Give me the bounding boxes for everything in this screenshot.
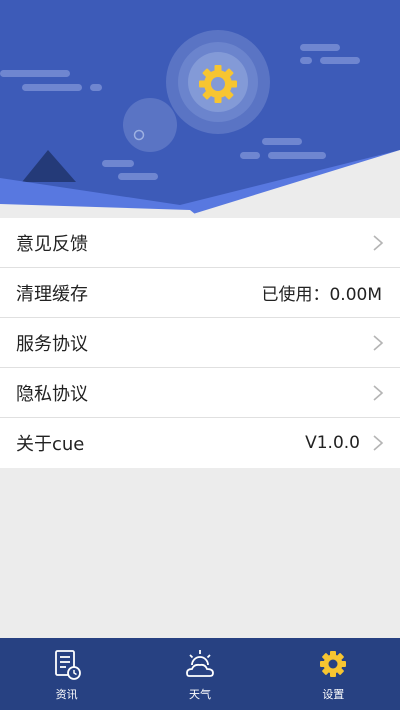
settings-banner-image [0, 0, 400, 218]
version-value: V1.0.0 [305, 433, 360, 453]
cache-usage-value: 已使用：0.00M [261, 285, 382, 305]
tab-settings-label: 设置 [322, 688, 345, 701]
chevron-right-icon [373, 234, 384, 251]
service-agreement-label: 服务协议 [16, 333, 88, 355]
bottom-tab-bar: 资讯 天气 设置 [0, 638, 400, 710]
privacy-policy-row[interactable]: 隐私协议 [0, 368, 400, 418]
tab-news-label: 资讯 [55, 688, 78, 701]
about-row[interactable]: 关于cue V1.0.0 [0, 418, 400, 468]
tab-settings[interactable]: 设置 [267, 638, 400, 710]
news-icon [54, 650, 81, 680]
tab-weather-label: 天气 [188, 688, 211, 701]
gear-icon [320, 651, 347, 677]
clear-cache-label: 清理缓存 [16, 283, 88, 305]
feedback-row[interactable]: 意见反馈 [0, 218, 400, 268]
chevron-right-icon [373, 334, 384, 351]
about-label: 关于cue [16, 434, 85, 455]
clear-cache-row[interactable]: 清理缓存 已使用：0.00M [0, 268, 400, 318]
chevron-right-icon [373, 384, 384, 401]
chevron-right-icon [373, 435, 384, 451]
weather-icon [186, 650, 214, 677]
service-agreement-row[interactable]: 服务协议 [0, 318, 400, 368]
header-illustration [0, 0, 400, 218]
tab-news[interactable]: 资讯 [0, 638, 133, 710]
tab-weather[interactable]: 天气 [133, 638, 266, 710]
settings-list: 意见反馈 清理缓存 已使用：0.00M 服务协议 隐私协议 关于cue V1.0… [0, 218, 400, 468]
privacy-policy-label: 隐私协议 [16, 383, 88, 405]
feedback-label: 意见反馈 [16, 233, 88, 255]
